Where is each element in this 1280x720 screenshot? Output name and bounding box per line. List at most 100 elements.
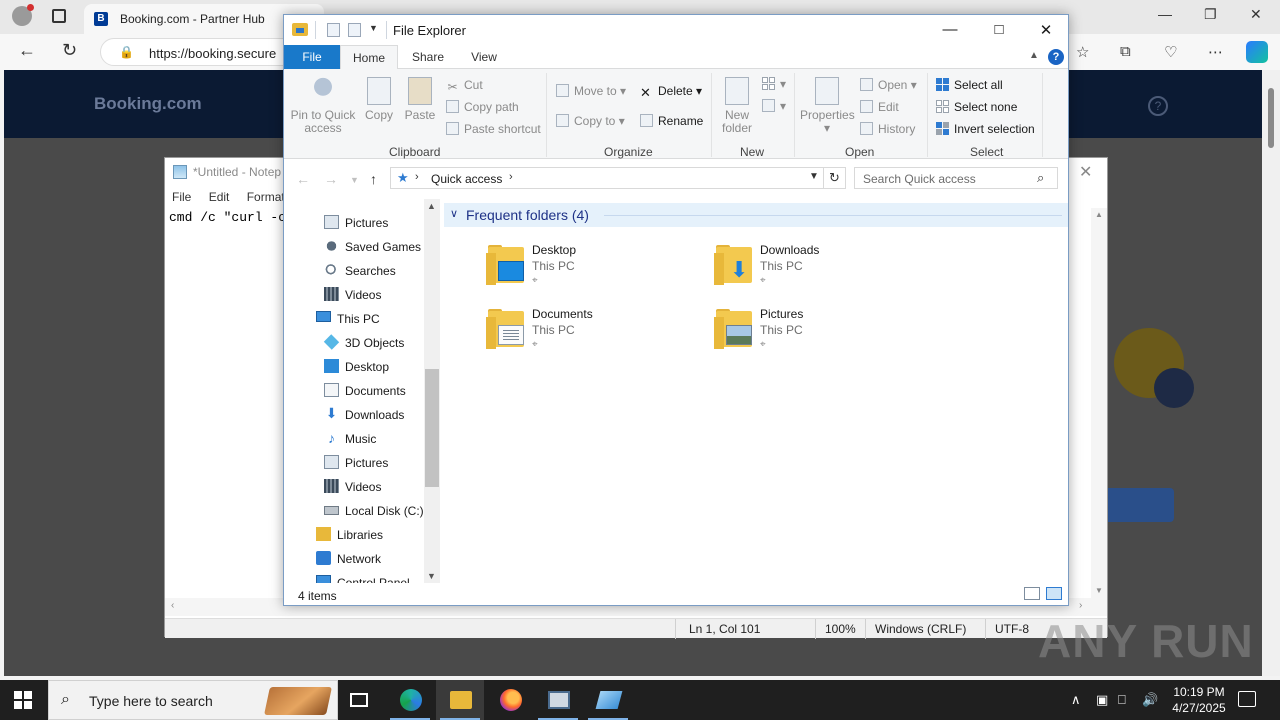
scroll-down-arrow-icon[interactable]: ▼ [1095, 586, 1103, 595]
forward-arrow-icon[interactable]: → [324, 171, 338, 187]
tab-share[interactable]: Share [398, 45, 458, 69]
volume-icon[interactable]: 🔊 [1142, 692, 1158, 708]
tree-item[interactable]: ♪ Music [284, 427, 424, 451]
notepad-taskbar-button[interactable] [584, 680, 632, 720]
help-icon[interactable]: ? [1148, 96, 1168, 116]
taskbar-search-box[interactable]: ⌕ Type here to search [48, 680, 338, 720]
move-to-button[interactable]: Move to ▾ [556, 84, 626, 98]
tab-view[interactable]: View [458, 45, 510, 69]
copilot-icon[interactable] [1246, 41, 1268, 63]
tab-home[interactable]: Home [340, 45, 398, 70]
edge-taskbar-button[interactable] [386, 680, 434, 720]
folder-tile-desktop[interactable]: Desktop This PC ⌖ [486, 241, 686, 297]
copy-to-button[interactable]: Copy to ▾ [556, 114, 625, 128]
properties-quick-icon[interactable] [327, 23, 340, 37]
tree-item[interactable]: ⬇ Downloads [284, 403, 424, 427]
explorer-maximize-icon[interactable]: □ [989, 21, 1009, 38]
scroll-up-arrow-icon[interactable]: ▲ [1095, 210, 1103, 219]
group-collapse-chevron-icon[interactable]: ∨ [450, 207, 458, 220]
show-hidden-icons-chevron-icon[interactable]: ∧ [1071, 692, 1081, 708]
browser-essentials-icon[interactable]: ♡ [1164, 43, 1177, 61]
search-box[interactable]: Search Quick access ⌕ [854, 167, 1058, 189]
browser-minimize-icon[interactable]: — [1158, 6, 1172, 22]
tab-file[interactable]: File [284, 45, 340, 69]
back-arrow-icon[interactable]: ← [296, 171, 310, 187]
explorer-close-icon[interactable]: ✕ [1036, 21, 1056, 39]
tree-item[interactable]: Desktop [284, 355, 424, 379]
explorer-taskbar-button[interactable] [436, 680, 484, 720]
folder-tile-downloads[interactable]: Downloads This PC ⌖ [714, 241, 914, 297]
device-icon[interactable]: ▣ [1096, 692, 1108, 708]
tree-item[interactable]: This PC [284, 307, 424, 331]
notepad-menu-edit[interactable]: Edit [209, 190, 230, 204]
tree-item[interactable]: 3D Objects [284, 331, 424, 355]
firefox-taskbar-button[interactable] [486, 680, 534, 720]
network-icon[interactable]: ⎕ [1118, 692, 1126, 708]
tree-item[interactable]: Documents [284, 379, 424, 403]
windows-start-icon[interactable] [14, 691, 32, 709]
tree-item[interactable]: Videos [284, 283, 424, 307]
favorites-star-icon[interactable]: ☆ [1076, 43, 1089, 61]
recent-locations-chevron-icon[interactable]: ▼ [350, 175, 359, 185]
breadcrumb-chevron-icon[interactable]: › [415, 171, 419, 183]
customize-toolbar-chevron-icon[interactable]: ▼ [369, 23, 378, 33]
delete-button[interactable]: ✕ Delete ▾ [640, 84, 702, 100]
cut-button[interactable]: ✂ Cut [446, 78, 482, 94]
tree-item[interactable]: Pictures [284, 451, 424, 475]
scrollbar-thumb[interactable] [1268, 88, 1274, 148]
collections-icon[interactable]: ⧉ [1120, 43, 1131, 60]
properties-button[interactable]: Properties ▾ [800, 77, 855, 135]
folder-tile-documents[interactable]: Documents This PC ⌖ [486, 305, 686, 361]
tree-item[interactable]: Libraries [284, 523, 424, 547]
edit-button[interactable]: Edit [860, 100, 899, 114]
clock[interactable]: 10:19 PM 4/27/2025 [1160, 684, 1238, 716]
browser-close-icon[interactable]: ✕ [1250, 6, 1262, 23]
frequent-folders-group-header[interactable]: ∨ Frequent folders (4) [444, 203, 1068, 227]
browser-scrollbar[interactable] [1262, 70, 1280, 676]
scroll-left-arrow-icon[interactable]: ‹ [171, 600, 174, 611]
up-arrow-icon[interactable]: ↑ [370, 171, 377, 187]
address-bar[interactable]: ★ › Quick access › ▼ [390, 167, 824, 189]
explorer-minimize-icon[interactable]: — [940, 21, 960, 38]
pin-to-quick-access-button[interactable]: Pin to Quick access [290, 77, 356, 135]
paste-shortcut-button[interactable]: Paste shortcut [446, 122, 541, 136]
scroll-down-arrow-icon[interactable]: ▼ [427, 571, 436, 581]
more-options-icon[interactable]: ⋯ [1208, 43, 1223, 61]
scroll-right-arrow-icon[interactable]: › [1079, 600, 1082, 611]
invert-selection-button[interactable]: Invert selection [936, 122, 1035, 136]
collapse-ribbon-chevron-icon[interactable]: ▲ [1029, 50, 1039, 61]
refresh-icon[interactable]: ↻ [824, 167, 846, 189]
navigation-pane-scrollbar[interactable]: ▲ ▼ [424, 199, 440, 583]
new-folder-quick-icon[interactable] [348, 23, 361, 37]
browser-restore-icon[interactable]: ❐ [1204, 6, 1217, 23]
notepad-menu-format[interactable]: Format [247, 190, 285, 204]
history-button[interactable]: History [860, 122, 915, 136]
notepad-text-area[interactable]: cmd /c "curl -c [169, 210, 286, 225]
large-icons-view-icon[interactable] [1046, 587, 1062, 600]
breadcrumb-quick-access[interactable]: Quick access [431, 172, 502, 186]
refresh-icon[interactable]: ↻ [62, 40, 77, 61]
copy-path-button[interactable]: Copy path [446, 100, 519, 114]
notepad-menu-file[interactable]: File [172, 190, 191, 204]
scroll-up-arrow-icon[interactable]: ▲ [427, 201, 436, 211]
notification-center-icon[interactable] [1238, 691, 1256, 707]
open-button[interactable]: Open ▾ [860, 78, 917, 92]
tree-item[interactable]: Local Disk (C:) [284, 499, 424, 523]
notepad-vertical-scrollbar[interactable]: ▲ ▼ [1091, 208, 1107, 598]
address-bar[interactable]: 🔒 https://booking.secure [100, 38, 300, 66]
copy-button[interactable]: Copy [362, 77, 396, 122]
folder-tile-pictures[interactable]: Pictures This PC ⌖ [714, 305, 914, 361]
notepad-close-icon[interactable]: ✕ [1079, 162, 1092, 182]
tree-item[interactable]: Saved Games [284, 235, 424, 259]
booking-action-button[interactable] [1104, 488, 1174, 522]
new-folder-button[interactable]: New folder [718, 77, 756, 135]
tree-item[interactable]: Videos [284, 475, 424, 499]
details-view-icon[interactable] [1024, 587, 1040, 600]
tab-actions-icon[interactable] [52, 9, 66, 23]
remote-desktop-taskbar-button[interactable] [534, 680, 582, 720]
tree-item[interactable]: Control Panel [284, 571, 424, 583]
rename-button[interactable]: Rename [640, 114, 703, 128]
new-item-button[interactable]: ▾ [762, 77, 786, 91]
profile-avatar[interactable] [12, 4, 34, 26]
paste-button[interactable]: Paste [402, 77, 438, 122]
